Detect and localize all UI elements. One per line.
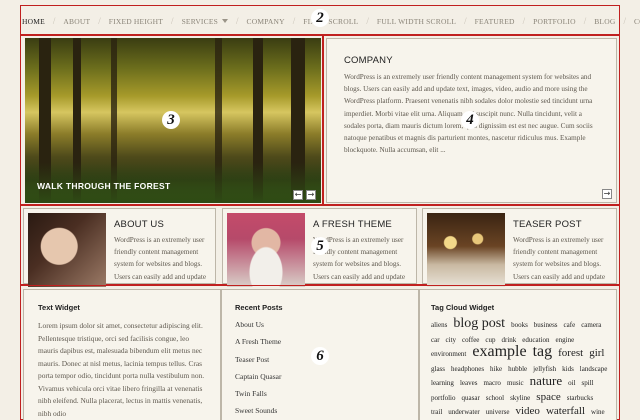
company-title: COMPANY	[344, 55, 393, 66]
nav-separator: /	[623, 16, 626, 26]
tag-cloud: aliens blog post books business cafe cam…	[431, 317, 611, 420]
tag-link[interactable]: glass	[431, 365, 445, 373]
tag-link[interactable]: jellyfish	[533, 365, 556, 373]
tag-link[interactable]: camera	[581, 321, 601, 329]
slider-next-button[interactable]: →	[306, 190, 316, 200]
teaser-image	[28, 213, 106, 287]
tag-link[interactable]: quasar	[462, 394, 480, 402]
tag-link[interactable]: car	[431, 336, 440, 344]
nav-item-featured[interactable]: FEATURED	[475, 17, 515, 26]
tag-link[interactable]: hubble	[508, 365, 527, 373]
tag-link[interactable]: universe	[486, 408, 510, 416]
recent-post-link[interactable]: Twin Falls	[235, 389, 281, 398]
tag-link[interactable]: aliens	[431, 321, 447, 329]
nav-separator: /	[171, 16, 174, 26]
nav-item-fixed-height[interactable]: FIXED HEIGHT	[109, 17, 163, 26]
teaser-title: TEASER POST	[513, 219, 582, 230]
nav-item-about[interactable]: ABOUT	[63, 17, 90, 26]
widget-title: Recent Posts	[235, 303, 283, 312]
tag-link[interactable]: trail	[431, 408, 442, 416]
tag-link[interactable]: starbucks	[567, 394, 593, 402]
tag-link[interactable]: blog post	[453, 316, 505, 331]
recent-post-link[interactable]: Sweet Sounds	[235, 406, 281, 415]
recent-post-link[interactable]: About Us	[235, 320, 281, 329]
recent-post-link[interactable]: Captain Quasar	[235, 372, 281, 381]
tag-link[interactable]: example	[472, 343, 526, 360]
tag-link[interactable]: headphones	[451, 365, 484, 373]
tag-link[interactable]: video	[515, 405, 539, 417]
tag-link[interactable]: school	[486, 394, 504, 402]
tag-link[interactable]: learning	[431, 379, 454, 387]
tag-link[interactable]: macro	[483, 379, 501, 387]
nav-item-blog[interactable]: BLOG	[594, 17, 615, 26]
text-widget: Text Widget Lorem ipsum dolor sit amet, …	[23, 289, 221, 420]
tag-link[interactable]: space	[536, 391, 560, 403]
tag-link[interactable]: hike	[490, 365, 502, 373]
nav-item-contact[interactable]: CONTACT	[634, 17, 640, 26]
teaser-text: WordPress is an extremely user friendly …	[513, 236, 606, 281]
tag-link[interactable]: underwater	[448, 408, 479, 416]
tag-link[interactable]: waterfall	[546, 405, 585, 417]
teaser-about-us[interactable]: ABOUT US WordPress is an extremely user …	[23, 208, 216, 287]
company-next-button[interactable]: →	[602, 189, 612, 199]
teaser-image	[427, 213, 505, 287]
marker-4: 4	[461, 111, 479, 129]
marker-6: 6	[311, 347, 329, 365]
recent-posts-list: About Us A Fresh Theme Teaser Post Captain …	[235, 320, 281, 420]
tag-link[interactable]: forest	[558, 347, 583, 359]
teaser-image	[227, 213, 305, 287]
nav-separator: /	[98, 16, 101, 26]
nav-separator: /	[583, 16, 587, 26]
nav-item-full-width-scroll[interactable]: FULL WIDTH SCROLL	[377, 17, 456, 26]
tag-link[interactable]: city	[446, 336, 457, 344]
marker-5: 5	[311, 237, 329, 255]
tag-link[interactable]: skyline	[510, 394, 530, 402]
tag-link[interactable]: cafe	[564, 321, 576, 329]
recent-post-link[interactable]: A Fresh Theme	[235, 337, 281, 346]
tag-link[interactable]: environment	[431, 350, 466, 358]
chevron-down-icon[interactable]	[222, 19, 228, 23]
tag-link[interactable]: spill	[582, 379, 594, 387]
recent-post-link[interactable]: Teaser Post	[235, 355, 281, 364]
teaser-teaser-post[interactable]: TEASER POST WordPress is an extremely us…	[422, 208, 617, 287]
tag-link[interactable]: wine	[591, 408, 605, 416]
tag-link[interactable]: business	[534, 321, 558, 329]
tag-link[interactable]: kids	[562, 365, 574, 373]
widget-text: Lorem ipsum dolor sit amet, consectetur …	[38, 321, 205, 418]
nav-item-portfolio[interactable]: PORTFOLIO	[533, 17, 576, 26]
tag-link[interactable]: tag	[533, 343, 553, 360]
nav-separator: /	[464, 16, 467, 26]
widget-title: Text Widget	[38, 303, 80, 312]
tag-link[interactable]: music	[507, 379, 524, 387]
nav-item-home[interactable]: HOME	[22, 17, 45, 26]
tag-link[interactable]: books	[511, 321, 528, 329]
nav-separator: /	[292, 16, 296, 26]
widget-title: Tag Cloud Widget	[431, 303, 495, 312]
slider-prev-button[interactable]: ←	[293, 190, 303, 200]
nav-separator: /	[366, 16, 369, 26]
marker-3: 3	[162, 111, 180, 129]
nav-item-company[interactable]: COMPANY	[247, 17, 285, 26]
tag-link[interactable]: landscape	[580, 365, 608, 373]
teaser-text: WordPress is an extremely user friendly …	[114, 236, 207, 281]
slider-caption: WALK THROUGH THE FOREST	[37, 181, 171, 191]
nav-separator: /	[52, 16, 56, 26]
teaser-text: WordPress is an extremely user friendly …	[313, 236, 406, 281]
tag-link[interactable]: girl	[589, 347, 604, 359]
tag-link[interactable]: portfolio	[431, 394, 456, 402]
nav-separator: /	[236, 16, 239, 26]
teaser-title: A FRESH THEME	[313, 219, 392, 230]
nav-item-services[interactable]: SERVICES	[182, 17, 218, 26]
teaser-title: ABOUT US	[114, 219, 164, 230]
tag-link[interactable]: nature	[530, 373, 562, 388]
tag-link[interactable]: engine	[556, 336, 575, 344]
marker-2: 2	[311, 9, 329, 27]
tag-cloud-widget: Tag Cloud Widget aliens blog post books …	[419, 289, 617, 420]
tag-link[interactable]: oil	[568, 379, 575, 387]
nav-separator: /	[522, 16, 526, 26]
tag-link[interactable]: leaves	[460, 379, 478, 387]
